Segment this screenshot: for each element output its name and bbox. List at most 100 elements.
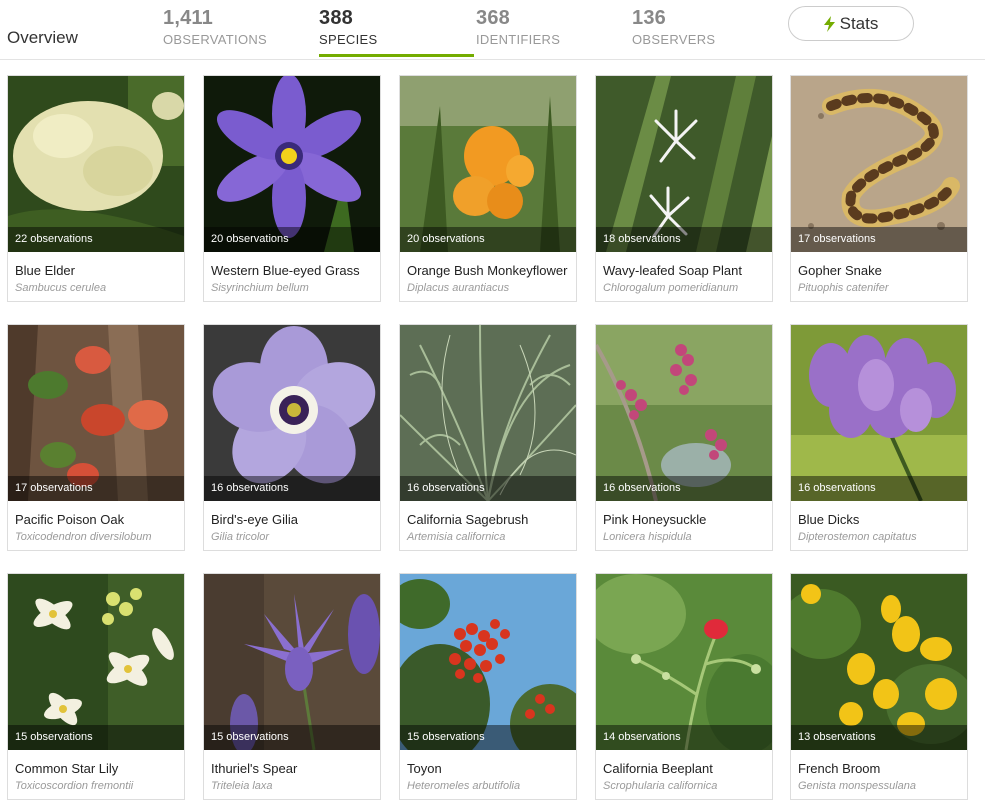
stats-button[interactable]: Stats (788, 6, 914, 41)
blue-dicks-photo (791, 325, 967, 501)
species-card-pacific-poison-oak[interactable]: 17 observations Pacific Poison Oak Toxic… (7, 324, 185, 551)
species-photo[interactable]: 16 observations (204, 325, 380, 501)
species-card-california-sagebrush[interactable]: 16 observations California Sagebrush Art… (399, 324, 577, 551)
scientific-name: Sisyrinchium bellum (211, 282, 309, 294)
observation-count: 16 observations (204, 476, 380, 501)
species-photo[interactable]: 16 observations (400, 325, 576, 501)
species-photo[interactable]: 16 observations (791, 325, 967, 501)
common-name[interactable]: Orange Bush Monkeyflower (407, 263, 567, 278)
stat-observations-label: OBSERVATIONS (163, 32, 268, 47)
species-card-blue-dicks[interactable]: 16 observations Blue Dicks Dipterostemon… (790, 324, 968, 551)
scientific-name: Heteromeles arbutifolia (407, 780, 521, 792)
common-name[interactable]: Blue Elder (15, 263, 75, 278)
common-name[interactable]: Pink Honeysuckle (603, 512, 706, 527)
observation-count: 14 observations (596, 725, 772, 750)
scientific-name: Diplacus aurantiacus (407, 282, 510, 294)
scientific-name: Sambucus cerulea (15, 282, 107, 294)
species-photo[interactable]: 18 observations (596, 76, 772, 252)
observation-count: 20 observations (400, 227, 576, 252)
observation-count: 18 observations (596, 227, 772, 252)
common-name[interactable]: Common Star Lily (15, 761, 118, 776)
common-name[interactable]: Gopher Snake (798, 263, 882, 278)
species-photo[interactable]: 15 observations (400, 574, 576, 750)
stat-identifiers-label: IDENTIFIERS (476, 32, 561, 47)
species-photo[interactable]: 17 observations (8, 325, 184, 501)
scientific-name: Triteleia laxa (211, 780, 273, 792)
stat-observers-value: 136 (632, 7, 666, 29)
stat-observers-label: OBSERVERS (632, 32, 716, 47)
species-card-orange-bush-monkeyflower[interactable]: 20 observations Orange Bush Monkeyflower… (399, 75, 577, 302)
observation-count: 17 observations (8, 476, 184, 501)
common-name[interactable]: Western Blue-eyed Grass (211, 263, 360, 278)
species-photo[interactable]: 13 observations (791, 574, 967, 750)
species-card-ithuriels-spear[interactable]: 15 observations Ithuriel's Spear Tritele… (203, 573, 381, 800)
scientific-name: Toxicodendron diversilobum (15, 531, 152, 543)
common-name[interactable]: Blue Dicks (798, 512, 859, 527)
scientific-name: Pituophis catenifer (798, 282, 889, 294)
observation-count: 15 observations (400, 725, 576, 750)
honeysuckle-photo (596, 325, 772, 501)
scientific-name: Genista monspessulana (798, 780, 917, 792)
scientific-name: Lonicera hispidula (603, 531, 692, 543)
common-name[interactable]: California Sagebrush (407, 512, 528, 527)
species-photo[interactable]: 20 observations (400, 76, 576, 252)
scientific-name: Gilia tricolor (211, 531, 270, 543)
species-card-california-beeplant[interactable]: 14 observations California Beeplant Scro… (595, 573, 773, 800)
common-name[interactable]: Toyon (407, 761, 442, 776)
species-card-wavy-leafed-soap-plant[interactable]: 18 observations Wavy-leafed Soap Plant C… (595, 75, 773, 302)
species-photo[interactable]: 15 observations (204, 574, 380, 750)
stat-identifiers-value: 368 (476, 7, 510, 29)
stat-species-value: 388 (319, 7, 353, 29)
common-name[interactable]: Wavy-leafed Soap Plant (603, 263, 742, 278)
observation-count: 17 observations (791, 227, 967, 252)
beeplant-photo (596, 574, 772, 750)
stat-observers[interactable]: 136 OBSERVERS (632, 7, 715, 47)
species-photo[interactable]: 14 observations (596, 574, 772, 750)
species-photo[interactable]: 17 observations (791, 76, 967, 252)
scientific-name: Chlorogalum pomeridianum (603, 282, 739, 294)
species-photo[interactable]: 15 observations (8, 574, 184, 750)
monkeyflower-photo (400, 76, 576, 252)
sagebrush-photo (400, 325, 576, 501)
stat-observations-value: 1,411 (163, 7, 213, 29)
species-card-french-broom[interactable]: 13 observations French Broom Genista mon… (790, 573, 968, 800)
common-name[interactable]: Pacific Poison Oak (15, 512, 124, 527)
toyon-photo (400, 574, 576, 750)
stat-identifiers[interactable]: 368 IDENTIFIERS (476, 7, 560, 47)
scientific-name: Artemisia californica (407, 531, 506, 543)
species-card-pink-honeysuckle[interactable]: 16 observations Pink Honeysuckle Lonicer… (595, 324, 773, 551)
stats-button-label: Stats (839, 13, 879, 33)
gopher-snake-photo (791, 76, 967, 252)
stat-species-label: SPECIES (319, 32, 378, 47)
common-name[interactable]: California Beeplant (603, 761, 713, 776)
observation-count: 15 observations (204, 725, 380, 750)
active-tab-underline (319, 54, 474, 57)
star-lily-photo (8, 574, 184, 750)
common-name[interactable]: Bird's-eye Gilia (211, 512, 298, 527)
species-card-common-star-lily[interactable]: 15 observations Common Star Lily Toxicos… (7, 573, 185, 800)
observation-count: 16 observations (791, 476, 967, 501)
overview-tab[interactable]: Overview (7, 28, 78, 48)
blue-eyed-grass-photo (204, 76, 380, 252)
stat-observations[interactable]: 1,411 OBSERVATIONS (163, 7, 267, 47)
observation-count: 22 observations (8, 227, 184, 252)
species-photo[interactable]: 20 observations (204, 76, 380, 252)
species-card-blue-elder[interactable]: 22 observations Blue Elder Sambucus ceru… (7, 75, 185, 302)
scientific-name: Scrophularia californica (603, 780, 718, 792)
gilia-photo (204, 325, 380, 501)
poison-oak-photo (8, 325, 184, 501)
common-name[interactable]: Ithuriel's Spear (211, 761, 297, 776)
species-card-gopher-snake[interactable]: 17 observations Gopher Snake Pituophis c… (790, 75, 968, 302)
species-card-toyon[interactable]: 15 observations Toyon Heteromeles arbuti… (399, 573, 577, 800)
species-card-birds-eye-gilia[interactable]: 16 observations Bird's-eye Gilia Gilia t… (203, 324, 381, 551)
lightning-icon (823, 15, 835, 32)
french-broom-photo (791, 574, 967, 750)
common-name[interactable]: French Broom (798, 761, 880, 776)
stat-species[interactable]: 388 SPECIES (319, 7, 377, 47)
observation-count: 13 observations (791, 725, 967, 750)
soap-plant-photo (596, 76, 772, 252)
blue-elder-photo (8, 76, 184, 252)
species-photo[interactable]: 16 observations (596, 325, 772, 501)
species-card-western-blue-eyed-grass[interactable]: 20 observations Western Blue-eyed Grass … (203, 75, 381, 302)
species-photo[interactable]: 22 observations (8, 76, 184, 252)
